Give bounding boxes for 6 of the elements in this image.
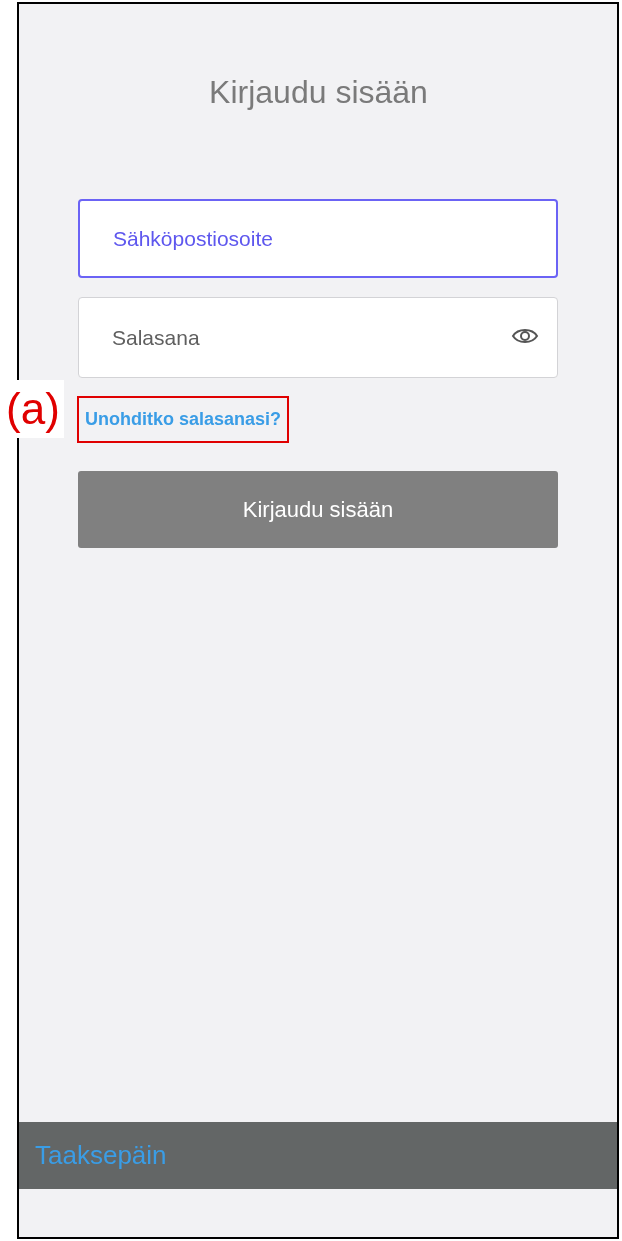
page-title: Kirjaudu sisään bbox=[208, 74, 429, 112]
password-field[interactable]: Salasana bbox=[78, 297, 558, 378]
back-link[interactable]: Taaksepäin bbox=[35, 1140, 167, 1171]
eye-icon[interactable] bbox=[511, 326, 539, 346]
email-field[interactable]: Sähköpostiosoite bbox=[78, 199, 558, 278]
forgot-password-link[interactable]: Unohditko salasanasi? bbox=[77, 396, 290, 443]
